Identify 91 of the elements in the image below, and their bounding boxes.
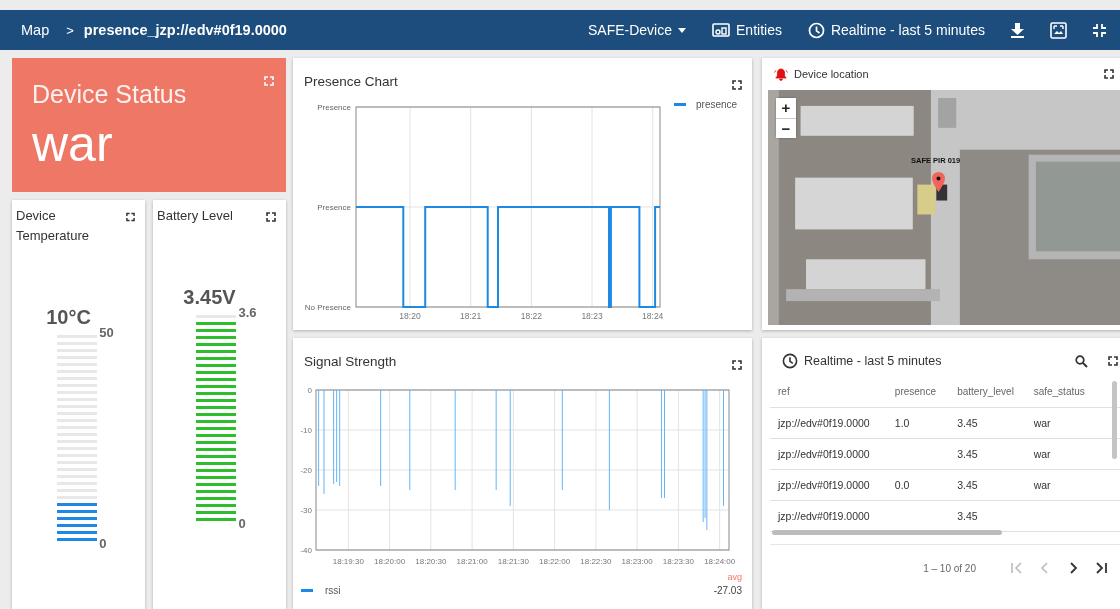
expand-icon[interactable] <box>732 80 742 90</box>
card-title: Signal Strength <box>304 353 397 371</box>
axis-label: 18:21:30 <box>497 557 529 566</box>
table-cell: jzp://edv#0f19.0000 <box>770 407 887 439</box>
column-header[interactable]: ref <box>770 379 887 408</box>
gauge-min-label: 0 <box>238 516 247 531</box>
axis-label: 18:23:30 <box>662 557 694 566</box>
avg-value: -27.03 <box>713 585 742 596</box>
entities-button[interactable]: Entities <box>712 22 782 38</box>
table-cell: 3.45 <box>949 469 1026 501</box>
device-dropdown[interactable]: SAFE-Device <box>588 22 686 38</box>
expand-icon[interactable] <box>126 212 135 222</box>
last-page-button[interactable] <box>1094 561 1108 575</box>
table-cell: 1.0 <box>886 407 950 439</box>
axis-label: Presence <box>317 203 351 212</box>
axis-label: 18:20 <box>399 311 421 321</box>
horizontal-scrollbar[interactable] <box>772 530 1002 535</box>
collapse-button[interactable] <box>1093 23 1106 37</box>
axis-label: 18:19:30 <box>332 557 364 566</box>
axis-label: 18:23 <box>581 311 603 321</box>
search-icon[interactable] <box>1075 354 1088 368</box>
caret-icon <box>678 27 686 33</box>
zoom-out-button[interactable]: − <box>776 118 796 138</box>
gauge-max-label: 3.6 <box>238 305 257 320</box>
table-cell: jzp://edv#0f19.0000 <box>770 469 887 501</box>
gauge-min-label: 0 <box>99 536 108 551</box>
collapse-icon <box>1093 23 1106 37</box>
expand-icon[interactable] <box>266 212 276 222</box>
vertical-scrollbar[interactable] <box>1112 381 1117 459</box>
card-title: Device location <box>794 68 869 80</box>
skip-icon <box>1010 561 1024 575</box>
status-value: war <box>32 119 114 169</box>
axis-label: -20 <box>300 466 312 475</box>
zoom-in-button[interactable]: + <box>776 98 796 118</box>
column-header[interactable]: battery_level <box>949 379 1026 408</box>
axis-label: 18:21:00 <box>456 557 488 566</box>
expand-icon[interactable] <box>1104 69 1114 79</box>
legend-swatch <box>301 589 313 592</box>
skip-icon <box>1094 561 1108 575</box>
table-cell: 3.45 <box>949 407 1026 439</box>
gauge-max-label: 50 <box>99 325 114 340</box>
axis-label: No Presence <box>304 303 351 312</box>
entities-icon <box>712 23 730 37</box>
axis-label: 0 <box>307 386 312 395</box>
legend-label: rssi <box>325 585 341 596</box>
expand-icon[interactable] <box>1108 356 1118 366</box>
map-pin-icon[interactable] <box>932 172 945 192</box>
expand-icon[interactable] <box>732 360 742 370</box>
axis-label: Presence <box>317 103 351 112</box>
legend-swatch <box>674 102 686 106</box>
axis-label: 18:21 <box>460 311 482 321</box>
table-cell: war <box>1025 438 1097 470</box>
axis-label: -40 <box>300 546 312 555</box>
page-range: 1 – 10 of 20 <box>923 562 976 574</box>
axis-label: 18:20:00 <box>374 557 406 566</box>
card-title: Presence Chart <box>304 73 398 91</box>
table-cell: war <box>1025 469 1097 501</box>
avg-label: avg <box>727 572 742 582</box>
card-title: Device Temperature <box>16 207 90 245</box>
table-cell: war <box>1025 407 1097 439</box>
axis-label: 18:22:30 <box>580 557 612 566</box>
table-cell: jzp://edv#0f19.0000 <box>770 438 887 470</box>
card-title: Battery Level <box>157 207 233 225</box>
gauge-reading: 3.45V <box>183 286 236 309</box>
download-button[interactable] <box>1011 22 1024 38</box>
axis-label: -30 <box>300 506 312 515</box>
column-header[interactable]: presence <box>886 379 950 408</box>
image-frame-icon <box>1050 21 1067 39</box>
table-cell: 3.45 <box>949 438 1026 470</box>
table-cell: 0.0 <box>886 469 950 501</box>
breadcrumb-link[interactable]: Map <box>21 22 50 38</box>
clock-icon <box>807 21 825 39</box>
axis-label: -10 <box>300 426 312 435</box>
download-icon <box>1011 22 1024 38</box>
axis-label: 18:22 <box>520 311 542 321</box>
legend-label: presence <box>696 98 738 110</box>
axis-label: 18:24 <box>642 311 664 321</box>
card-title: Device Status <box>32 80 187 109</box>
breadcrumb-separator: > <box>66 22 74 38</box>
axis-label: 18:23:00 <box>621 557 653 566</box>
gauge-reading: 10°C <box>46 306 91 329</box>
alarm-bell-icon <box>774 67 788 81</box>
clock-icon <box>782 353 798 369</box>
axis-label: 18:20:30 <box>415 557 447 566</box>
card-title: Realtime - last 5 minutes <box>804 354 942 368</box>
page-title: presence_jzp://edv#0f19.0000 <box>83 22 287 38</box>
axis-label: 18:22:00 <box>539 557 571 566</box>
axis-label: 18:24:00 <box>704 557 736 566</box>
column-header[interactable]: safe_status <box>1025 379 1097 408</box>
time-range-button[interactable]: Realtime - last 5 minutes <box>807 21 985 39</box>
image-button[interactable] <box>1050 21 1067 39</box>
